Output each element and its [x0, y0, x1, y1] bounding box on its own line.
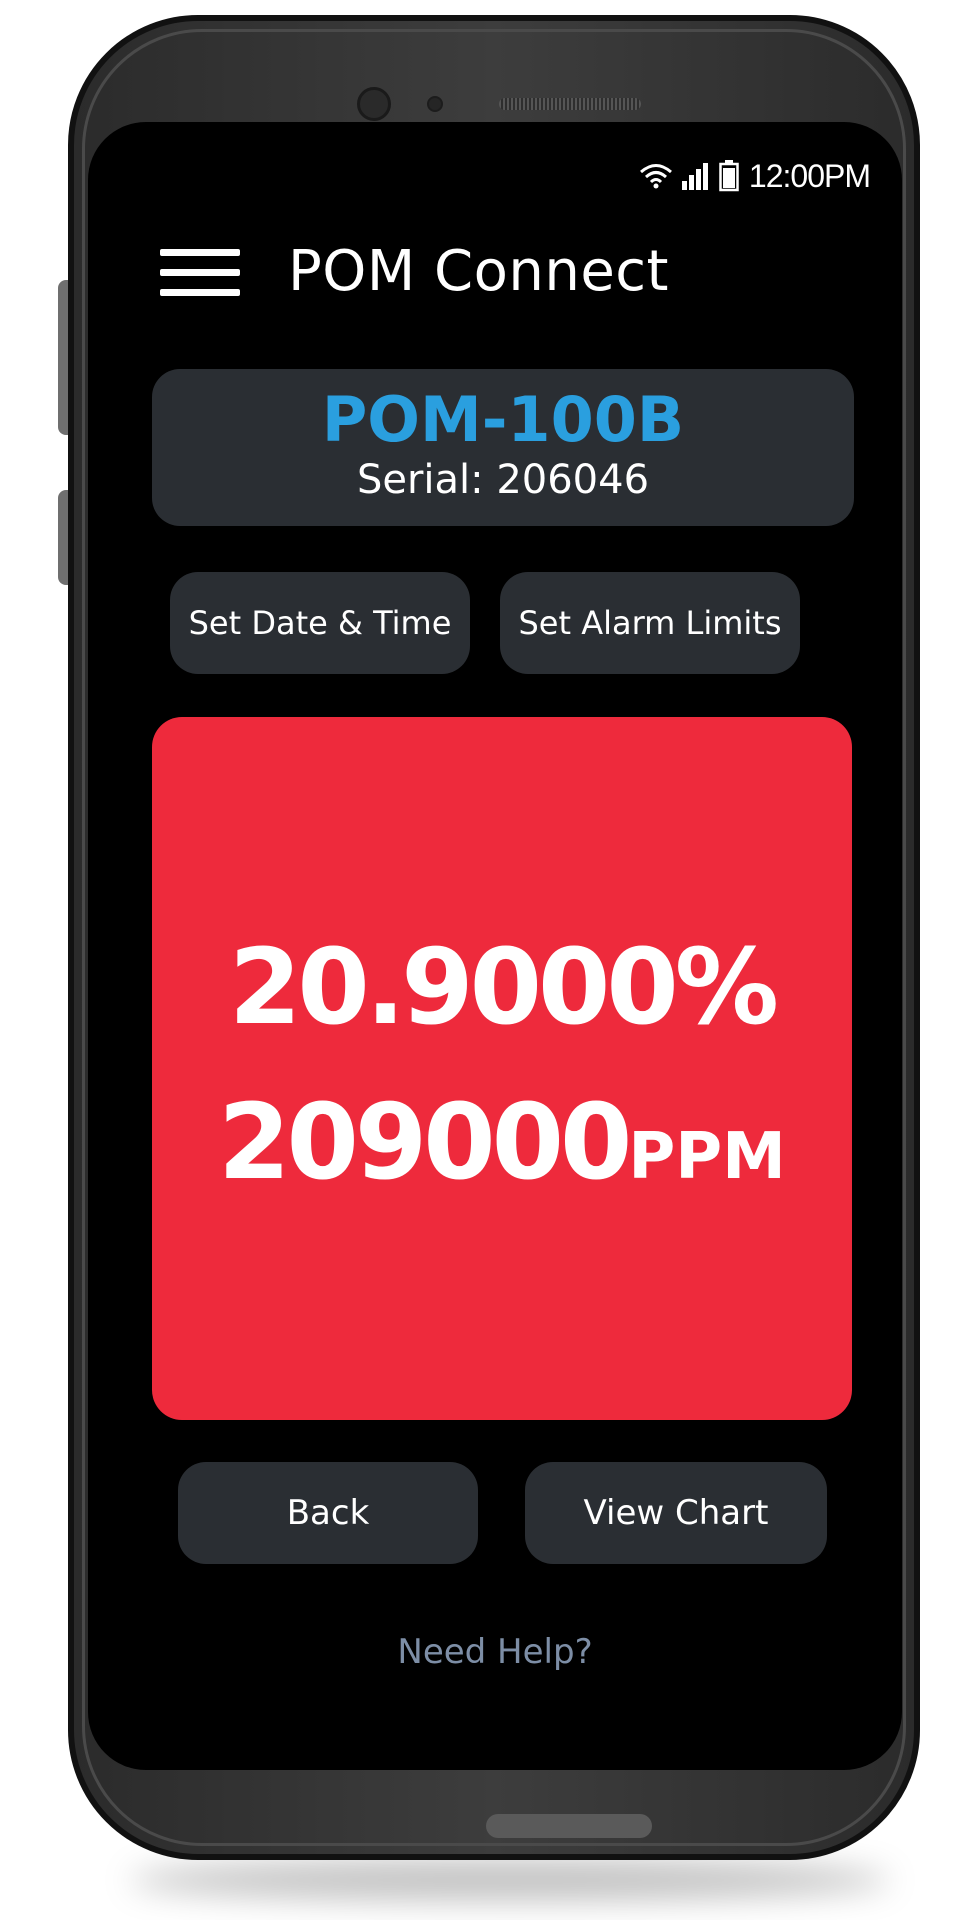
set-date-time-button[interactable]: Set Date & Time: [170, 572, 470, 674]
signal-icon: [681, 163, 708, 190]
menu-bar: [160, 289, 240, 296]
device-info-card: POM-100B Serial: 206046: [152, 369, 854, 526]
ppm-unit: PPM: [628, 1120, 786, 1194]
set-alarm-limits-button[interactable]: Set Alarm Limits: [500, 572, 800, 674]
menu-bar: [160, 249, 240, 256]
status-bar: 12:00PM: [639, 154, 871, 198]
phone-shadow: [130, 1860, 890, 1900]
device-serial: Serial: 206046: [356, 457, 650, 503]
home-indicator[interactable]: [486, 1814, 652, 1838]
need-help-link[interactable]: Need Help?: [88, 1632, 902, 1672]
device-model: POM-100B: [321, 383, 685, 456]
status-clock: 12:00PM: [748, 157, 871, 194]
hamburger-menu-icon[interactable]: [160, 247, 240, 299]
back-button[interactable]: Back: [178, 1462, 478, 1564]
oxygen-ppm: 209000PPM: [152, 1087, 852, 1212]
earpiece-speaker: [499, 98, 641, 110]
menu-bar: [160, 269, 240, 276]
app-screen: 12:00PM POM Connect POM-100B Serial: 206…: [88, 122, 902, 1770]
view-chart-button[interactable]: View Chart: [525, 1462, 827, 1564]
oxygen-percent: 20.9000%: [229, 926, 779, 1048]
wifi-icon: [639, 164, 672, 189]
proximity-sensor-icon: [427, 96, 443, 112]
oxygen-reading-panel: 20.9000% 209000PPM: [152, 717, 852, 1420]
front-camera-icon: [357, 87, 391, 121]
app-title: POM Connect: [288, 239, 670, 304]
ppm-value: 209000: [218, 1081, 632, 1203]
battery-icon: [719, 160, 739, 192]
